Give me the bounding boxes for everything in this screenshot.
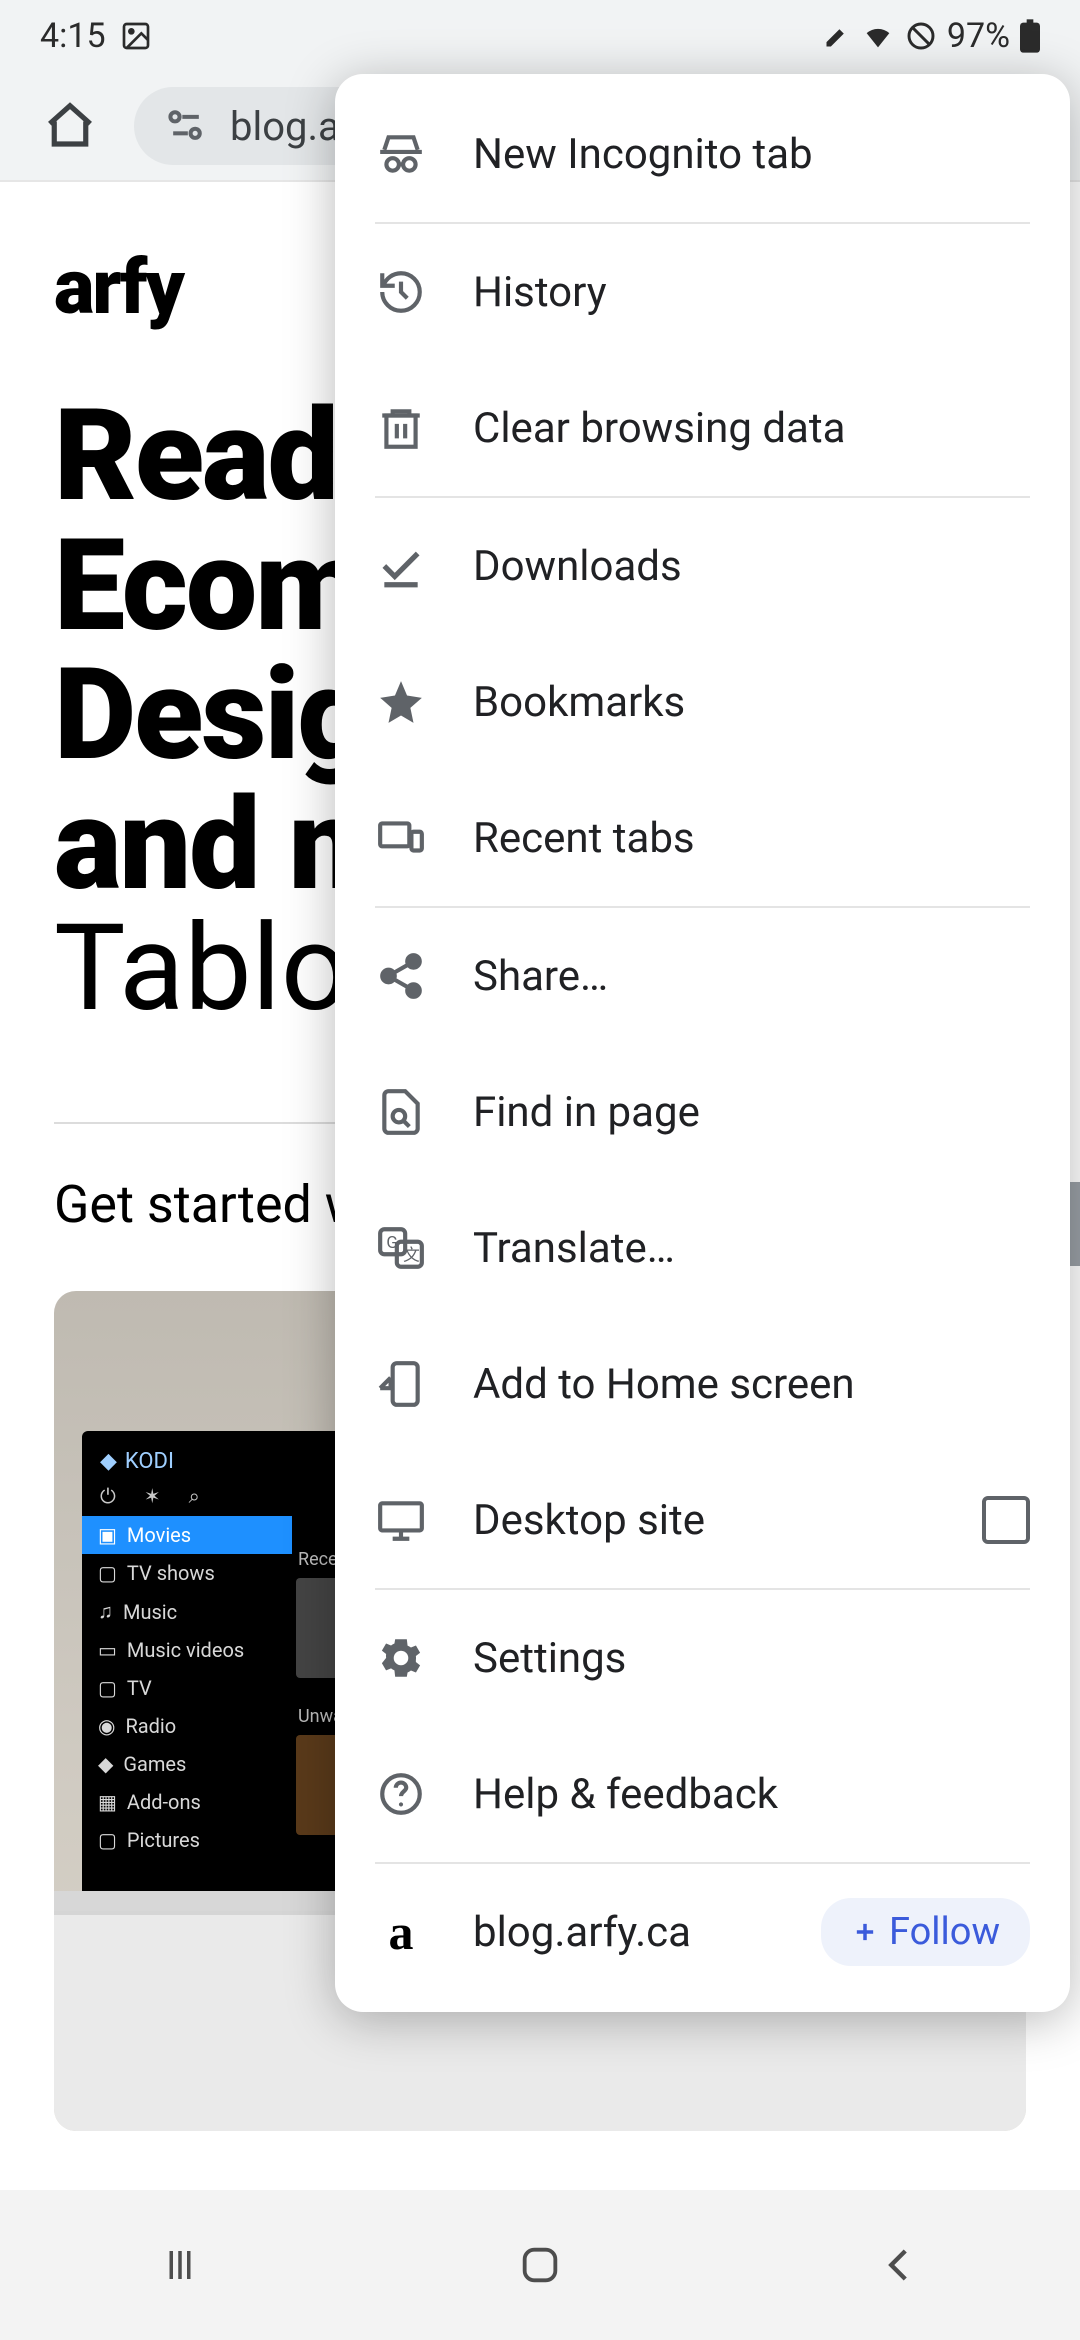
svg-text:文: 文 (403, 1246, 420, 1266)
menu-add-home[interactable]: Add to Home screen (335, 1316, 1070, 1452)
menu-history[interactable]: History (335, 224, 1070, 360)
add-home-icon (375, 1358, 427, 1410)
status-left: 4:15 (40, 16, 152, 56)
menu-settings[interactable]: Settings (335, 1590, 1070, 1726)
help-icon (375, 1768, 427, 1820)
download-done-icon (375, 540, 427, 592)
incognito-icon (375, 128, 427, 180)
find-icon (375, 1086, 427, 1138)
trash-icon (375, 402, 427, 454)
overflow-menu: New Incognito tab History Clear browsing… (335, 74, 1070, 2012)
history-icon (375, 266, 427, 318)
share-icon (375, 950, 427, 1002)
svg-text:G: G (386, 1234, 397, 1253)
menu-downloads[interactable]: Downloads (335, 498, 1070, 634)
menu-site-row[interactable]: a blog.arfy.ca Follow (335, 1864, 1070, 2000)
menu-label: Share… (473, 952, 608, 1001)
menu-share[interactable]: Share… (335, 908, 1070, 1044)
site-domain: blog.arfy.ca (473, 1908, 691, 1957)
system-navbar (0, 2190, 1080, 2340)
site-favicon: a (375, 1906, 427, 1958)
menu-label: New Incognito tab (473, 130, 813, 179)
menu-label: Find in page (473, 1088, 700, 1137)
back-button[interactable] (870, 2235, 930, 2295)
dnd-icon (905, 20, 937, 52)
menu-find[interactable]: Find in page (335, 1044, 1070, 1180)
menu-label: Recent tabs (473, 814, 695, 863)
recent-tabs-icon (375, 812, 427, 864)
tv-cat-movies: ▣Movies (82, 1516, 292, 1554)
desktop-site-checkbox[interactable] (982, 1496, 1030, 1544)
menu-bookmarks[interactable]: Bookmarks (335, 634, 1070, 770)
star-icon (375, 676, 427, 728)
url-text: blog.a (230, 103, 340, 150)
menu-clear-data[interactable]: Clear browsing data (335, 360, 1070, 496)
home-nav-button[interactable] (510, 2235, 570, 2295)
menu-help[interactable]: Help & feedback (335, 1726, 1070, 1862)
battery-text: 97% (947, 16, 1010, 56)
follow-button[interactable]: Follow (821, 1898, 1030, 1966)
menu-label: Help & feedback (473, 1770, 778, 1819)
menu-desktop-site[interactable]: Desktop site (335, 1452, 1070, 1588)
desktop-icon (375, 1494, 427, 1546)
clock: 4:15 (40, 16, 106, 56)
battery-icon (1020, 19, 1040, 53)
menu-new-incognito[interactable]: New Incognito tab (335, 86, 1070, 222)
gear-icon (375, 1632, 427, 1684)
menu-label: Clear browsing data (473, 404, 845, 453)
wifi-icon (861, 19, 895, 53)
pen-icon (823, 22, 851, 50)
status-bar: 4:15 97% (0, 0, 1080, 72)
home-button[interactable] (40, 96, 100, 156)
menu-label: Settings (473, 1634, 626, 1683)
site-settings-icon (164, 104, 208, 148)
recents-button[interactable] (150, 2235, 210, 2295)
menu-label: History (473, 268, 607, 317)
menu-label: Desktop site (473, 1496, 705, 1545)
translate-icon: G文 (375, 1222, 427, 1274)
menu-recent-tabs[interactable]: Recent tabs (335, 770, 1070, 906)
menu-label: Bookmarks (473, 678, 685, 727)
menu-label: Add to Home screen (473, 1360, 855, 1409)
menu-label: Downloads (473, 542, 682, 591)
tv-sidebar: ▣Movies ▢TV shows ♫Music ▭Music videos ▢… (82, 1516, 292, 1859)
menu-label: Translate… (473, 1224, 675, 1273)
menu-translate[interactable]: G文 Translate… (335, 1180, 1070, 1316)
image-notification-icon (120, 20, 152, 52)
status-right: 97% (823, 16, 1040, 56)
